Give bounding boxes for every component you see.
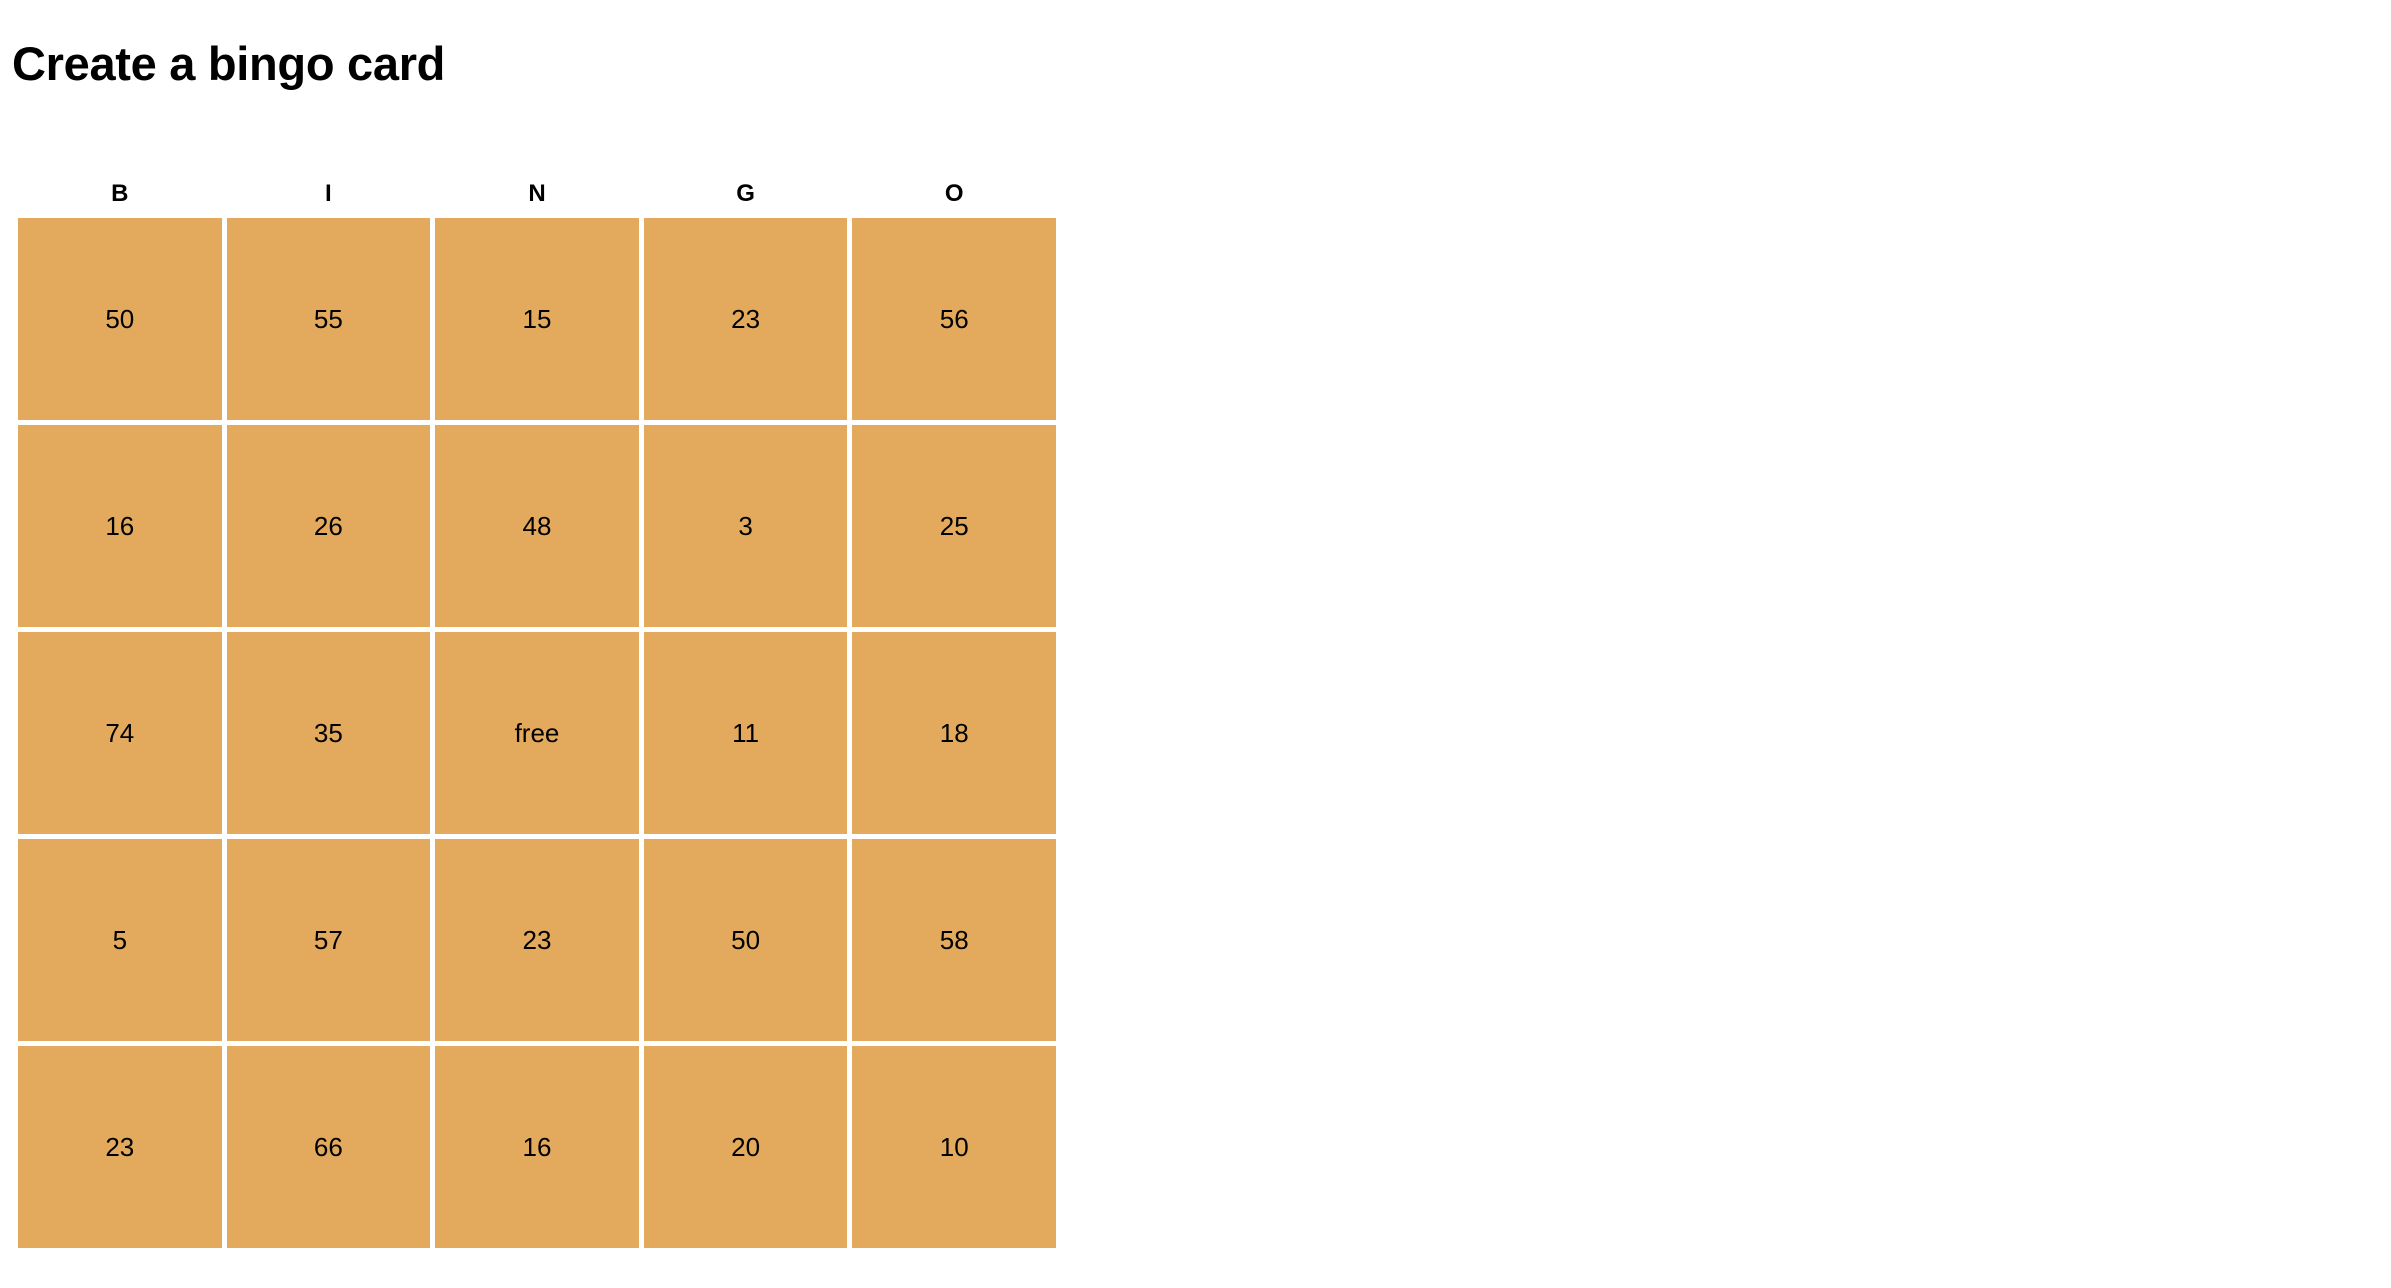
bingo-cell-n1[interactable]: 15 [435, 218, 639, 420]
bingo-cell-g1[interactable]: 23 [643, 218, 848, 420]
bingo-cell-b1[interactable]: 50 [18, 218, 222, 420]
bingo-cell-free-space[interactable]: free [435, 632, 639, 834]
bingo-cell-i2[interactable]: 26 [226, 425, 431, 627]
bingo-cell-i5[interactable]: 66 [226, 1046, 431, 1248]
bingo-cell-i3[interactable]: 35 [226, 632, 431, 834]
bingo-cell-n4[interactable]: 23 [435, 839, 639, 1041]
bingo-cell-o3[interactable]: 18 [852, 632, 1056, 834]
bingo-cell-b3[interactable]: 74 [18, 632, 222, 834]
bingo-cell-b2[interactable]: 16 [18, 425, 222, 627]
bingo-card-page: Create a bingo card B I N G O 50 55 15 2… [0, 0, 2391, 1288]
bingo-cell-n2[interactable]: 48 [435, 425, 639, 627]
page-title: Create a bingo card [12, 37, 446, 90]
bingo-cell-o2[interactable]: 25 [852, 425, 1056, 627]
bingo-card: B I N G O 50 55 15 23 56 16 26 48 3 25 7… [18, 170, 1056, 1248]
bingo-cell-o5[interactable]: 10 [852, 1046, 1056, 1248]
bingo-header-i: I [325, 180, 332, 207]
bingo-cell-o1[interactable]: 56 [852, 218, 1056, 420]
bingo-cell-n5[interactable]: 16 [435, 1046, 639, 1248]
bingo-cell-g3[interactable]: 11 [643, 632, 848, 834]
bingo-cell-b4[interactable]: 5 [18, 839, 222, 1041]
bingo-cell-i1[interactable]: 55 [226, 218, 431, 420]
bingo-header-b: B [111, 180, 129, 207]
bingo-cell-i4[interactable]: 57 [226, 839, 431, 1041]
bingo-header-n: N [528, 180, 546, 207]
bingo-cell-g2[interactable]: 3 [643, 425, 848, 627]
bingo-cell-b5[interactable]: 23 [18, 1046, 222, 1248]
bingo-cell-g5[interactable]: 20 [643, 1046, 848, 1248]
bingo-column-headers: B I N G O [18, 170, 1056, 218]
bingo-header-o: O [944, 180, 964, 207]
bingo-cell-o4[interactable]: 58 [852, 839, 1056, 1041]
bingo-header-g: G [736, 180, 755, 207]
bingo-grid: 50 55 15 23 56 16 26 48 3 25 74 35 free … [18, 218, 1056, 1248]
bingo-cell-g4[interactable]: 50 [643, 839, 848, 1041]
